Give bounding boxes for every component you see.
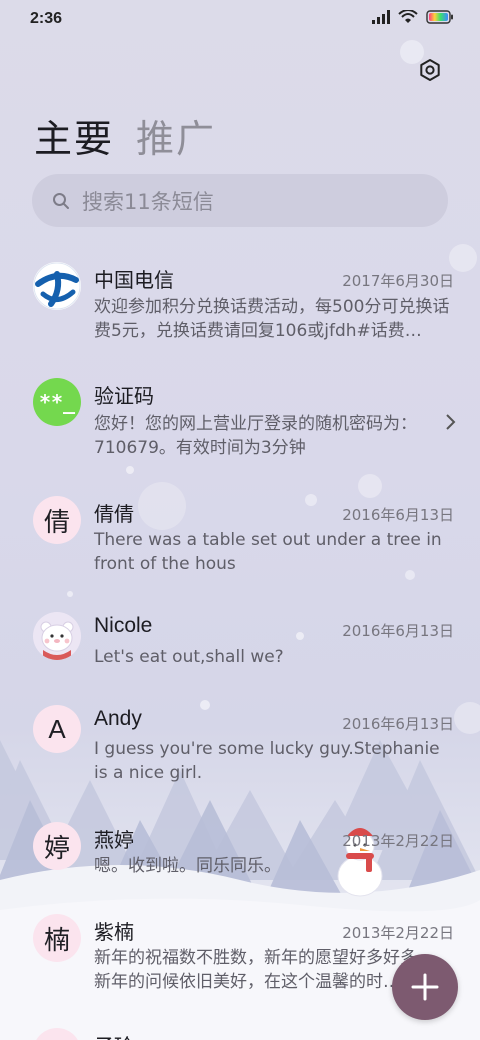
conversation-name: 子玲 <box>94 1030 134 1040</box>
conversation-date: 2017年6月30日 <box>342 272 454 290</box>
conversation-name: 倩倩 <box>94 502 134 526</box>
conversation-item[interactable]: 婷 燕婷 2013年2月22日 嗯。收到啦。同乐同乐。 <box>0 820 480 900</box>
avatar: A <box>33 705 81 753</box>
conversation-item[interactable]: Nicole 2016年6月13日 Let's eat out,shall we… <box>0 610 480 690</box>
conversation-date: 2016年6月13日 <box>342 715 454 733</box>
status-time: 2:36 <box>30 10 63 27</box>
conversation-item[interactable]: **_ 验证码 您好！您的网上营业厅登录的随机密码为：710679。有效时间为3… <box>0 372 480 468</box>
plus-icon <box>411 973 439 1001</box>
verification-code-icon: **_ <box>33 378 81 426</box>
conversation-preview: There was a table set out under a tree i… <box>94 530 442 574</box>
conversation-item[interactable]: 子玲 <box>0 1024 480 1040</box>
chevron-right-icon[interactable] <box>444 413 456 431</box>
status-bar: 2:36 <box>0 0 480 40</box>
avatar: 楠 <box>33 914 81 962</box>
conversation-name: Andy <box>94 707 142 730</box>
settings-button[interactable] <box>414 54 446 86</box>
conversation-name: 验证码 <box>94 384 154 408</box>
conversation-item[interactable]: A Andy 2016年6月13日 I guess you're some lu… <box>0 703 480 799</box>
conversation-preview: 您好！您的网上营业厅登录的随机密码为：710679。有效时间为3分钟 <box>94 414 417 458</box>
avatar <box>33 262 81 310</box>
tab-promotions[interactable]: 推广 <box>136 108 216 163</box>
settings-gear-icon <box>420 59 440 81</box>
battery-icon <box>426 10 453 24</box>
avatar <box>33 612 81 660</box>
conversation-name: 燕婷 <box>94 828 134 852</box>
conversation-name: 中国电信 <box>94 268 174 292</box>
avatar: 婷 <box>33 822 81 870</box>
conversation-name: 紫楠 <box>94 920 134 944</box>
avatar <box>33 1028 81 1040</box>
search-input[interactable]: 搜索11条短信 <box>32 174 448 227</box>
conversation-preview: 欢迎参加积分兑换话费活动，每500分可兑换话费5元，兑换话费请回复106或jfd… <box>94 297 450 341</box>
conversation-date: 2016年6月13日 <box>342 622 454 640</box>
conversation-item[interactable]: 倩 倩倩 2016年6月13日 There was a table set ou… <box>0 494 480 590</box>
conversation-preview: 嗯。收到啦。同乐同乐。 <box>94 856 281 876</box>
conversation-preview: Let's eat out,shall we? <box>94 647 284 667</box>
signal-icon <box>372 10 390 24</box>
wifi-icon <box>398 10 418 23</box>
conversation-preview: 新年的祝福数不胜数，新年的愿望好多好多，新年的问候依旧美好，在这个温馨的时… <box>94 948 434 992</box>
conversation-date: 2016年6月13日 <box>342 506 454 524</box>
conversation-preview: I guess you're some lucky guy.Stephanie … <box>94 739 440 783</box>
category-tabs: 主要 推广 <box>34 108 216 163</box>
new-message-button[interactable] <box>392 954 458 1020</box>
conversation-date: 2013年2月22日 <box>342 924 454 942</box>
search-icon <box>53 192 69 209</box>
search-placeholder: 搜索11条短信 <box>82 189 214 214</box>
conversation-name: Nicole <box>94 614 153 637</box>
conversation-date: 2013年2月22日 <box>342 832 454 850</box>
tab-primary[interactable]: 主要 <box>34 108 114 163</box>
avatar: 倩 <box>33 496 81 544</box>
china-telecom-logo-icon <box>33 262 81 310</box>
conversation-item[interactable]: 中国电信 2017年6月30日 欢迎参加积分兑换话费活动，每500分可兑换话费5… <box>0 252 480 360</box>
bear-avatar-icon <box>33 612 81 660</box>
